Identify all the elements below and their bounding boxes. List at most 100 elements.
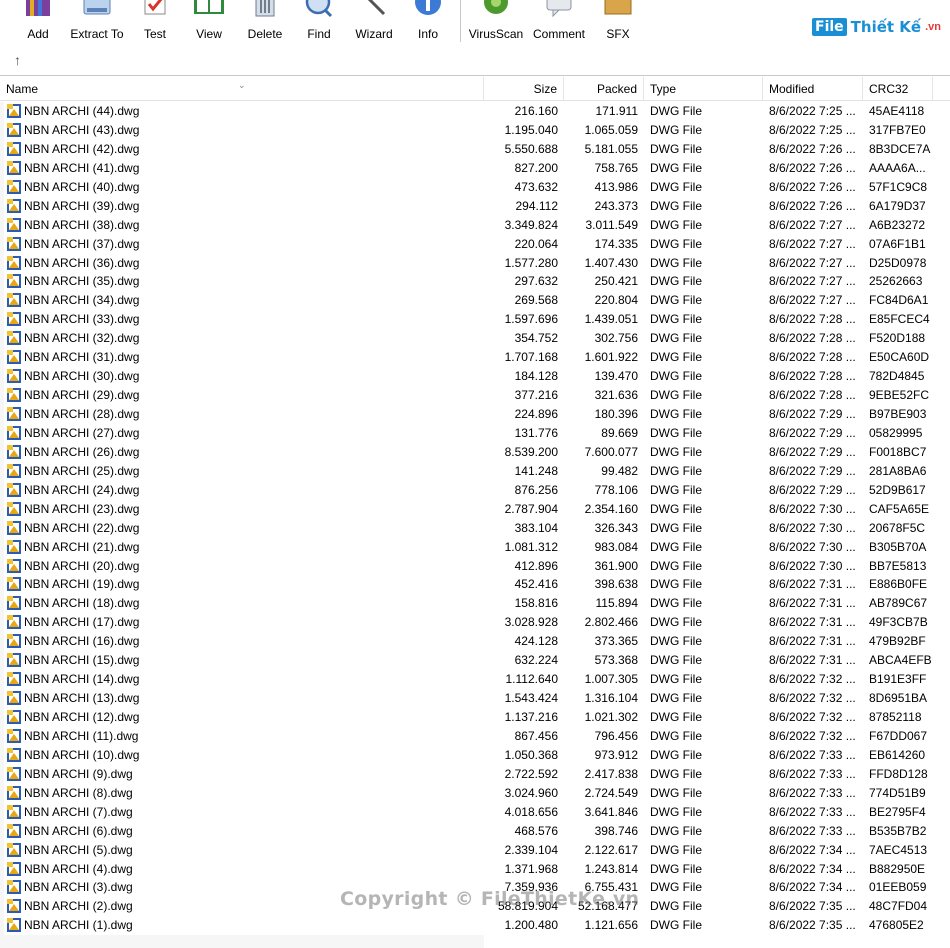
- file-row[interactable]: NBN ARCHI (31).dwg 1.707.168 1.601.922 DWG …: [0, 348, 950, 368]
- delete-button[interactable]: Delete: [244, 0, 286, 46]
- file-row[interactable]: NBN ARCHI (27).dwg 131.776 89.669 DWG File 8…: [0, 423, 950, 443]
- dwg-file-icon: [6, 633, 22, 649]
- file-packed: 796.456: [594, 728, 638, 743]
- file-crc: D25D0978: [869, 255, 927, 270]
- file-row[interactable]: NBN ARCHI (29).dwg 377.216 321.636 DWG File…: [0, 386, 950, 406]
- column-packed[interactable]: Packed: [564, 77, 644, 101]
- column-type-label: Type: [650, 82, 677, 96]
- file-row[interactable]: NBN ARCHI (39).dwg 294.112 243.373 DWG File…: [0, 196, 950, 216]
- dwg-file-icon: [6, 255, 22, 271]
- dwg-file-icon: [6, 179, 22, 195]
- file-row[interactable]: NBN ARCHI (1).dwg 1.200.480 1.121.656 DWG F…: [0, 916, 950, 936]
- file-crc: 87852118: [869, 710, 922, 724]
- file-row[interactable]: NBN ARCHI (12).dwg 1.137.216 1.021.302 DWG …: [0, 708, 950, 727]
- file-row[interactable]: NBN ARCHI (42).dwg 5.550.688 5.181.055 DWG …: [0, 139, 950, 159]
- file-row[interactable]: NBN ARCHI (8).dwg 3.024.960 2.724.549 DWG F…: [0, 783, 950, 803]
- file-name: NBN ARCHI (8).dwg: [24, 785, 133, 800]
- file-size: 158.816: [514, 596, 558, 611]
- file-row[interactable]: NBN ARCHI (13).dwg 1.543.424 1.316.104 DWG …: [0, 689, 950, 709]
- file-crc: 49F3CB7B: [869, 615, 928, 630]
- file-row[interactable]: NBN ARCHI (6).dwg 468.576 398.746 DWG File 8…: [0, 821, 950, 841]
- file-row[interactable]: NBN ARCHI (21).dwg 1.081.312 983.084 DWG Fi…: [0, 537, 950, 557]
- file-name: NBN ARCHI (14).dwg: [24, 672, 140, 687]
- file-packed: 1.439.051: [584, 312, 638, 327]
- wizard-button[interactable]: Wizard: [352, 0, 396, 46]
- extract-to-button[interactable]: Extract To: [68, 0, 126, 46]
- file-row[interactable]: NBN ARCHI (23).dwg 2.787.904 2.354.160 DWG …: [0, 499, 950, 519]
- file-modified: 8/6/2022 7:30 ...: [769, 539, 856, 554]
- file-row[interactable]: NBN ARCHI (15).dwg 632.224 573.368 DWG File…: [0, 651, 950, 671]
- column-type[interactable]: Type: [644, 77, 763, 101]
- file-row[interactable]: NBN ARCHI (30).dwg 184.128 139.470 DWG File…: [0, 367, 950, 387]
- file-type: DWG File: [650, 482, 702, 497]
- file-size: 1.112.640: [505, 672, 559, 687]
- file-row[interactable]: NBN ARCHI (38).dwg 3.349.824 3.011.549 DWG …: [0, 215, 950, 235]
- file-row[interactable]: NBN ARCHI (4).dwg 1.371.968 1.243.814 DWG F…: [0, 859, 950, 879]
- file-row[interactable]: NBN ARCHI (10).dwg 1.050.368 973.912 DWG Fi…: [0, 745, 950, 765]
- file-row[interactable]: NBN ARCHI (40).dwg 473.632 413.986 DWG File…: [0, 177, 950, 197]
- file-name-cell: NBN ARCHI (12).dwg: [4, 708, 484, 727]
- file-row[interactable]: NBN ARCHI (3).dwg 7.359.936 6.755.431 DWG F…: [0, 878, 950, 898]
- file-name-cell: NBN ARCHI (29).dwg: [4, 386, 484, 406]
- file-row[interactable]: NBN ARCHI (36).dwg 1.577.280 1.407.430 DWG …: [0, 253, 950, 273]
- file-size: 297.632: [514, 274, 558, 289]
- column-modified[interactable]: Modified: [763, 77, 863, 101]
- find-button[interactable]: Find: [300, 0, 338, 46]
- file-row[interactable]: NBN ARCHI (22).dwg 383.104 326.343 DWG File…: [0, 518, 950, 538]
- file-row[interactable]: NBN ARCHI (24).dwg 876.256 778.106 DWG File…: [0, 480, 950, 500]
- file-row[interactable]: NBN ARCHI (44).dwg 216.160 171.911 DWG File…: [0, 102, 950, 121]
- file-row[interactable]: NBN ARCHI (43).dwg 1.195.040 1.065.059 DWG …: [0, 120, 950, 140]
- file-row[interactable]: NBN ARCHI (20).dwg 412.896 361.900 DWG File…: [0, 556, 950, 576]
- sfx-button[interactable]: SFX: [600, 0, 636, 46]
- file-row[interactable]: NBN ARCHI (25).dwg 141.248 99.482 DWG File 8…: [0, 461, 950, 481]
- file-type: DWG File: [650, 842, 702, 857]
- file-row[interactable]: NBN ARCHI (37).dwg 220.064 174.335 DWG File…: [0, 234, 950, 254]
- file-name-cell: NBN ARCHI (14).dwg: [4, 670, 484, 690]
- view-button[interactable]: View: [188, 0, 230, 46]
- file-packed: 361.900: [594, 558, 638, 573]
- file-row[interactable]: NBN ARCHI (33).dwg 1.597.696 1.439.051 DWG …: [0, 310, 950, 330]
- file-size: 1.577.280: [504, 255, 558, 270]
- file-crc: B191E3FF: [869, 672, 927, 687]
- add-button[interactable]: Add: [14, 0, 62, 46]
- file-row[interactable]: NBN ARCHI (7).dwg 4.018.656 3.641.846 DWG F…: [0, 802, 950, 822]
- file-packed: 220.804: [594, 293, 638, 308]
- test-button[interactable]: Test: [136, 0, 174, 46]
- column-size[interactable]: Size: [484, 77, 564, 101]
- column-name[interactable]: Name ⌄: [0, 77, 484, 101]
- virusscan-button[interactable]: VirusScan: [468, 0, 524, 46]
- column-crc[interactable]: CRC32: [863, 77, 933, 101]
- file-row[interactable]: NBN ARCHI (41).dwg 827.200 758.765 DWG File…: [0, 158, 950, 178]
- file-row[interactable]: NBN ARCHI (35).dwg 297.632 250.421 DWG File…: [0, 272, 950, 292]
- file-row[interactable]: NBN ARCHI (2).dwg 58.819.904 52.168.477 DWG…: [0, 897, 950, 917]
- file-modified: 8/6/2022 7:29 ...: [769, 482, 856, 497]
- file-name: NBN ARCHI (29).dwg: [24, 388, 140, 403]
- file-size: 2.722.592: [504, 766, 558, 781]
- file-type: DWG File: [650, 141, 702, 156]
- file-name: NBN ARCHI (19).dwg: [24, 577, 140, 592]
- file-row[interactable]: NBN ARCHI (26).dwg 8.539.200 7.600.077 DWG …: [0, 442, 950, 462]
- file-row[interactable]: NBN ARCHI (32).dwg 354.752 302.756 DWG File…: [0, 329, 950, 349]
- file-packed: 2.417.838: [584, 766, 638, 781]
- file-packed: 1.316.104: [584, 691, 638, 706]
- file-row[interactable]: NBN ARCHI (5).dwg 2.339.104 2.122.617 DWG F…: [0, 840, 950, 860]
- file-row[interactable]: NBN ARCHI (9).dwg 2.722.592 2.417.838 DWG F…: [0, 764, 950, 784]
- file-row[interactable]: NBN ARCHI (14).dwg 1.112.640 1.007.305 DWG …: [0, 670, 950, 690]
- file-modified: 8/6/2022 7:31 ...: [769, 653, 856, 668]
- file-type: DWG File: [650, 558, 702, 573]
- comment-button[interactable]: Comment: [530, 0, 588, 46]
- file-row[interactable]: NBN ARCHI (18).dwg 158.816 115.894 DWG File…: [0, 594, 950, 614]
- file-row[interactable]: NBN ARCHI (34).dwg 269.568 220.804 DWG File…: [0, 291, 950, 311]
- file-row[interactable]: NBN ARCHI (16).dwg 424.128 373.365 DWG File…: [0, 632, 950, 652]
- file-type: DWG File: [650, 501, 702, 516]
- file-type: DWG File: [650, 425, 702, 440]
- file-size: 412.896: [514, 558, 558, 573]
- info-button[interactable]: Info: [410, 0, 446, 46]
- up-arrow-icon[interactable]: ↑: [14, 52, 21, 68]
- file-row[interactable]: NBN ARCHI (17).dwg 3.028.928 2.802.466 DWG …: [0, 613, 950, 633]
- file-row[interactable]: NBN ARCHI (11).dwg 867.456 796.456 DWG File…: [0, 726, 950, 746]
- file-row[interactable]: NBN ARCHI (28).dwg 224.896 180.396 DWG File…: [0, 405, 950, 424]
- file-modified: 8/6/2022 7:27 ...: [769, 274, 856, 289]
- dwg-file-icon: [6, 558, 22, 574]
- file-row[interactable]: NBN ARCHI (19).dwg 452.416 398.638 DWG File…: [0, 575, 950, 595]
